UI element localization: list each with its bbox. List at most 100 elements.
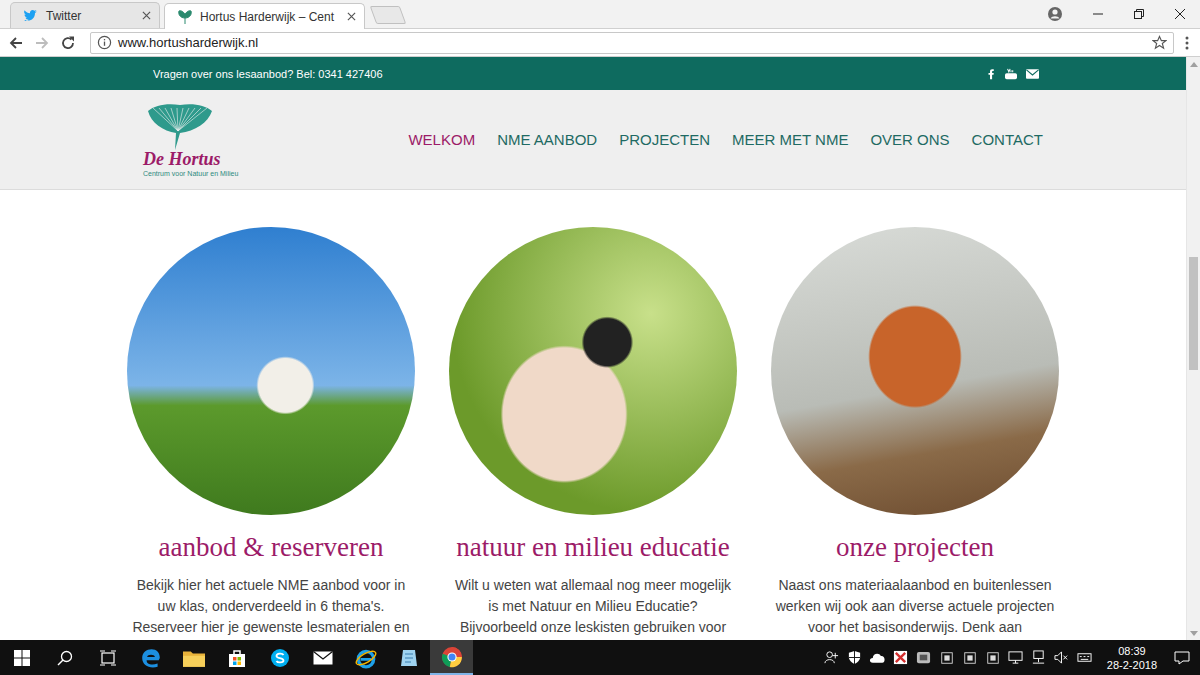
- nav-item[interactable]: OVER ONS: [870, 131, 949, 148]
- card-title[interactable]: aanbod & reserveren: [159, 531, 384, 563]
- nav-item[interactable]: PROJECTEN: [619, 131, 710, 148]
- scroll-down-button[interactable]: [1187, 626, 1200, 640]
- close-icon[interactable]: [347, 12, 356, 21]
- start-button[interactable]: [0, 640, 43, 675]
- taskbar-app[interactable]: [172, 640, 215, 675]
- tray-item[interactable]: [938, 651, 956, 665]
- taskbar: 08:39 28-2-2018: [0, 640, 1200, 675]
- feature-card[interactable]: natuur en milieu educatie Wilt u weten w…: [432, 227, 754, 638]
- contact-bar: Vragen over ons lesaanbod? Bel: 0341 427…: [0, 57, 1186, 90]
- forward-icon[interactable]: [34, 35, 50, 51]
- close-window-icon[interactable]: [1174, 8, 1186, 20]
- mail-icon[interactable]: [1026, 69, 1039, 79]
- tab-label: Twitter: [46, 9, 129, 23]
- desktop: Twitter Hortus Harderwijk – Cent www.hor…: [0, 0, 1200, 675]
- tray-item[interactable]: [1076, 650, 1094, 665]
- bookmark-star-icon[interactable]: [1152, 35, 1167, 50]
- clock-time: 08:39: [1118, 644, 1146, 658]
- facebook-icon[interactable]: [987, 68, 996, 80]
- mail-app-icon: [313, 651, 333, 665]
- display-icon: [1008, 650, 1023, 665]
- taskbar-app[interactable]: [430, 640, 473, 675]
- notification-icon: [1174, 650, 1190, 666]
- nav-item[interactable]: NME AANBOD: [497, 131, 597, 148]
- internet-explorer-icon: [355, 647, 377, 669]
- windows-icon: [14, 650, 30, 666]
- scroll-thumb[interactable]: [1189, 257, 1198, 370]
- ginkgo-leaf-icon: [145, 103, 215, 151]
- menu-icon[interactable]: [1184, 35, 1190, 51]
- feature-card[interactable]: aanbod & reserveren Bekijk hier het actu…: [110, 227, 432, 638]
- close-icon[interactable]: [142, 11, 151, 20]
- card-text: Wilt u weten wat allemaal nog meer mogel…: [455, 575, 731, 638]
- tray-item[interactable]: [1007, 650, 1025, 665]
- tray-item[interactable]: [846, 650, 864, 665]
- volume-muted-icon: [1054, 650, 1069, 665]
- scroll-up-button[interactable]: [1187, 57, 1200, 71]
- clock-date: 28-2-2018: [1107, 658, 1157, 672]
- tray-item[interactable]: [823, 650, 841, 665]
- antivirus-icon: [893, 650, 908, 665]
- nav-item[interactable]: WELKOM: [408, 131, 475, 148]
- notes-app-icon: [399, 648, 419, 668]
- search-icon: [57, 650, 73, 666]
- nav-item[interactable]: CONTACT: [972, 131, 1043, 148]
- app-tray-icon: [916, 650, 931, 665]
- search-button[interactable]: [43, 640, 86, 675]
- browser-tab[interactable]: Hortus Harderwijk – Cent: [164, 3, 365, 29]
- tab-strip: Twitter Hortus Harderwijk – Cent: [0, 0, 1200, 29]
- taskbar-app[interactable]: [215, 640, 258, 675]
- address-bar[interactable]: www.hortusharderwijk.nl: [90, 32, 1174, 54]
- tray-app-icon: [963, 651, 977, 665]
- restore-icon[interactable]: [1133, 8, 1145, 20]
- card-photo[interactable]: [127, 227, 415, 515]
- minimize-icon[interactable]: [1092, 8, 1104, 20]
- tray-app-icon: [940, 651, 954, 665]
- new-tab-button[interactable]: [370, 6, 407, 24]
- tray-item[interactable]: [984, 651, 1002, 665]
- card-text: Bekijk hier het actuele NME aanbod voor …: [132, 575, 409, 638]
- youtube-icon[interactable]: [1005, 68, 1017, 80]
- back-icon[interactable]: [8, 35, 24, 51]
- tray-item[interactable]: [892, 650, 910, 665]
- card-title[interactable]: natuur en milieu educatie: [456, 531, 730, 563]
- feature-card[interactable]: onze projecten Naast ons materiaalaanbod…: [754, 227, 1076, 638]
- card-title[interactable]: onze projecten: [836, 531, 994, 563]
- tray-item[interactable]: [1053, 650, 1071, 665]
- tray-item[interactable]: [961, 651, 979, 665]
- ginkgo-icon: [177, 9, 193, 25]
- people-icon: [824, 650, 839, 665]
- system-tray: 08:39 28-2-2018: [823, 640, 1200, 675]
- browser-tab[interactable]: Twitter: [10, 2, 160, 28]
- contact-text: Vragen over ons lesaanbod? Bel: 0341 427…: [153, 68, 383, 80]
- card-photo[interactable]: [449, 227, 737, 515]
- taskbar-app[interactable]: [129, 640, 172, 675]
- scrollbar[interactable]: [1186, 57, 1200, 640]
- account-icon[interactable]: [1047, 6, 1063, 22]
- tray-item[interactable]: [1030, 650, 1048, 665]
- task-view-icon: [99, 650, 117, 666]
- nav-item[interactable]: MEER MET NME: [732, 131, 848, 148]
- card-photo[interactable]: [771, 227, 1059, 515]
- twitter-icon: [23, 8, 39, 24]
- main-nav: WELKOM NME AANBOD PROJECTEN MEER MET NME OVE…: [408, 131, 1043, 148]
- address-text: www.hortusharderwijk.nl: [118, 35, 1146, 50]
- tray-item[interactable]: [869, 652, 887, 664]
- tray-app-icon: [986, 651, 1000, 665]
- clock[interactable]: 08:39 28-2-2018: [1099, 644, 1165, 672]
- web-page: Vragen over ons lesaanbod? Bel: 0341 427…: [0, 57, 1200, 640]
- taskbar-app[interactable]: [258, 640, 301, 675]
- reload-icon[interactable]: [60, 35, 76, 51]
- card-text: Naast ons materiaalaanbod en buitenlesse…: [776, 575, 1055, 638]
- logo[interactable]: De Hortus Centrum voor Natuur en Milieu: [143, 103, 263, 177]
- notification-button[interactable]: [1170, 650, 1194, 666]
- tray-item[interactable]: [915, 650, 933, 665]
- taskbar-app[interactable]: [387, 640, 430, 675]
- onedrive-icon: [869, 652, 886, 664]
- taskbar-app[interactable]: [301, 640, 344, 675]
- task-view-button[interactable]: [86, 640, 129, 675]
- info-icon[interactable]: [97, 35, 112, 50]
- feature-cards: aanbod & reserveren Bekijk hier het actu…: [110, 190, 1076, 638]
- store-icon: [227, 648, 247, 668]
- taskbar-app[interactable]: [344, 640, 387, 675]
